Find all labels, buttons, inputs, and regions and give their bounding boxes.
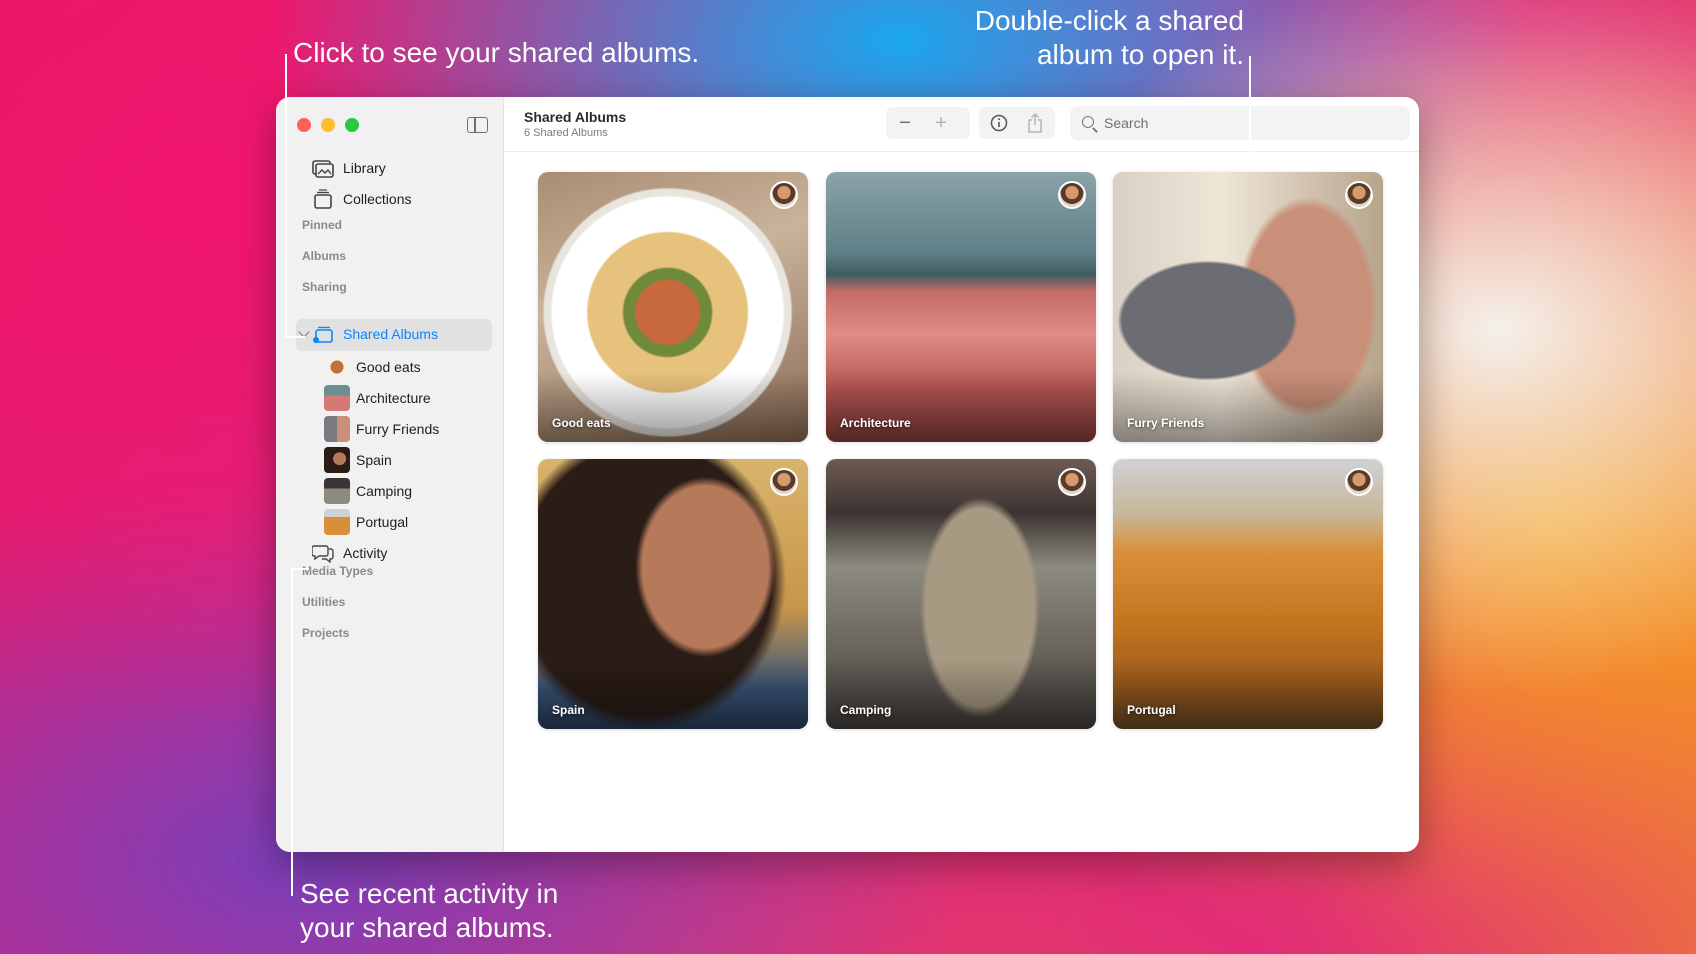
album-thumbnail <box>324 354 350 380</box>
tile-shade <box>1113 659 1383 729</box>
sidebar-album-architecture[interactable]: Architecture <box>324 383 431 413</box>
album-label: Camping <box>356 483 413 499</box>
leader-line-shared-albums-tick <box>285 336 305 338</box>
album-tile-architecture[interactable]: Architecture <box>826 172 1096 442</box>
album-thumbnail <box>324 447 350 473</box>
album-tile-furry-friends[interactable]: Furry Friends <box>1113 172 1383 442</box>
activity-icon <box>311 543 334 564</box>
album-tile-portugal[interactable]: Portugal <box>1113 459 1383 729</box>
close-window-button[interactable] <box>297 118 311 132</box>
search-icon <box>1082 116 1094 128</box>
sidebar-toggle-icon[interactable] <box>467 117 488 133</box>
contributor-avatar <box>770 468 798 496</box>
section-projects[interactable]: Projects <box>302 626 349 640</box>
tile-shade <box>826 372 1096 442</box>
share-icon <box>1028 113 1042 133</box>
album-label: Architecture <box>356 390 431 406</box>
sidebar-album-furry-friends[interactable]: Furry Friends <box>324 414 439 444</box>
callout-activity: See recent activity in your shared album… <box>300 877 558 945</box>
search-input[interactable]: Search <box>1070 106 1410 140</box>
section-utilities[interactable]: Utilities <box>302 595 345 609</box>
contributor-avatar <box>1058 181 1086 209</box>
callout-activity-line2: your shared albums. <box>300 912 554 943</box>
shared-albums-icon <box>312 324 334 344</box>
sidebar-item-label: Collections <box>343 191 412 207</box>
album-title: Good eats <box>552 416 611 430</box>
section-media-types[interactable]: Media Types <box>302 564 373 578</box>
callout-activity-line1: See recent activity in <box>300 878 559 909</box>
callout-shared-albums: Click to see your shared albums. <box>293 37 700 68</box>
sidebar-item-label: Activity <box>343 545 388 561</box>
sidebar-item-collections[interactable]: Collections <box>312 184 411 214</box>
section-sharing[interactable]: Sharing <box>302 280 347 294</box>
page-title: Shared Albums <box>524 109 627 125</box>
album-thumbnail <box>324 385 350 411</box>
contributor-avatar <box>1345 468 1373 496</box>
sidebar-album-spain[interactable]: Spain <box>324 445 392 475</box>
section-pinned[interactable]: Pinned <box>302 218 342 232</box>
tile-shade <box>826 659 1096 729</box>
callout-open-album-line2: album to open it. <box>1036 39 1244 70</box>
search-placeholder: Search <box>1104 115 1149 131</box>
album-tile-spain[interactable]: Spain <box>538 459 808 729</box>
album-title: Portugal <box>1127 703 1176 717</box>
sidebar-album-portugal[interactable]: Portugal <box>324 507 408 537</box>
sidebar: Library Collections Pinned Albums Sharin… <box>276 97 504 852</box>
album-thumbnail <box>324 416 350 442</box>
zoom-in-button[interactable]: + <box>924 109 958 137</box>
leader-line-open-album <box>1249 56 1251 170</box>
album-label: Good eats <box>356 359 421 375</box>
album-title: Architecture <box>840 416 911 430</box>
album-title: Camping <box>840 703 892 717</box>
zoom-window-button[interactable] <box>345 118 359 132</box>
sidebar-album-good-eats[interactable]: Good eats <box>324 352 421 382</box>
album-thumbnail <box>324 509 350 535</box>
sidebar-album-camping[interactable]: Camping <box>324 476 412 506</box>
leader-line-activity <box>291 568 293 896</box>
share-button[interactable] <box>1018 109 1052 137</box>
album-label: Portugal <box>356 514 409 530</box>
tile-shade <box>538 372 808 442</box>
zoom-out-button[interactable]: − <box>888 109 922 137</box>
tile-shade <box>1113 372 1383 442</box>
info-button[interactable] <box>982 109 1016 137</box>
leader-line-shared-albums <box>285 54 287 337</box>
page-subtitle: 6 Shared Albums <box>524 127 608 139</box>
callout-open-album: Double-click a shared album to open it. <box>940 4 1244 72</box>
contributor-avatar <box>1058 468 1086 496</box>
sidebar-item-library[interactable]: Library <box>312 153 386 183</box>
contributor-avatar <box>770 181 798 209</box>
section-albums[interactable]: Albums <box>302 249 346 263</box>
collections-icon <box>312 189 334 209</box>
tile-shade <box>538 659 808 729</box>
photo-library-icon <box>312 158 334 178</box>
minimize-window-button[interactable] <box>321 118 335 132</box>
sidebar-item-label: Library <box>343 160 386 176</box>
sidebar-item-shared-albums[interactable]: Shared Albums <box>312 319 438 349</box>
album-thumbnail <box>324 478 350 504</box>
toolbar-divider <box>504 151 1419 152</box>
info-icon <box>990 114 1008 132</box>
album-tile-good-eats[interactable]: Good eats <box>538 172 808 442</box>
leader-line-activity-tick <box>291 568 309 570</box>
sidebar-item-label: Shared Albums <box>343 326 438 342</box>
contributor-avatar <box>1345 181 1373 209</box>
photos-window: Library Collections Pinned Albums Sharin… <box>276 97 1419 852</box>
callout-open-album-line1: Double-click a shared <box>974 5 1244 36</box>
album-tile-camping[interactable]: Camping <box>826 459 1096 729</box>
album-title: Spain <box>552 703 585 717</box>
album-label: Spain <box>356 452 392 468</box>
album-label: Furry Friends <box>356 421 440 437</box>
album-title: Furry Friends <box>1127 416 1205 430</box>
